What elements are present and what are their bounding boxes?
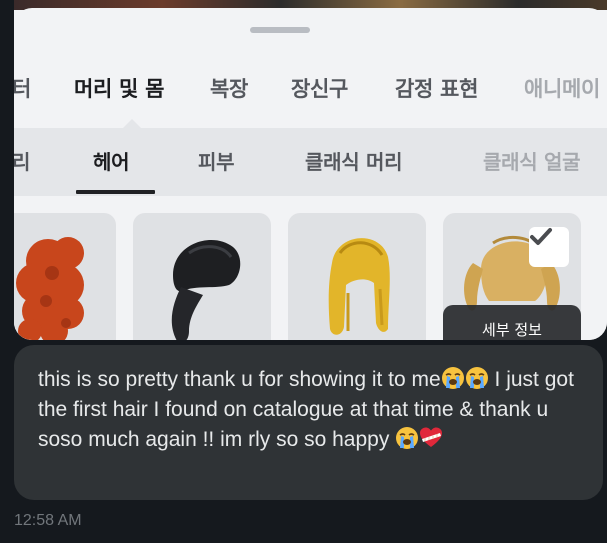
attached-screenshot[interactable]: 터 머리 및 몸 복장 장신구 감정 표현 애니메이 리 헤어 피부 클래식 머… <box>14 0 607 340</box>
tab-accessories[interactable]: 장신구 <box>291 73 348 103</box>
drag-handle[interactable] <box>250 27 310 33</box>
tab-classic-face[interactable]: 클래식 얼굴 <box>483 146 580 175</box>
item-tile-red-hair[interactable] <box>14 213 116 340</box>
tab-animations[interactable]: 애니메이 <box>524 73 600 103</box>
loudly-crying-face-icon <box>465 367 488 389</box>
tab-hair[interactable]: 헤어 <box>93 146 130 175</box>
loudly-crying-face-icon <box>441 367 464 389</box>
checkmark-icon <box>530 228 552 245</box>
tab-classic-head[interactable]: 클래식 머리 <box>305 146 402 175</box>
active-category-pointer <box>122 119 142 129</box>
red-hair-icon <box>16 237 84 340</box>
item-tile-blonde-hair[interactable]: 세부 정보 <box>443 213 581 340</box>
tab-clothing[interactable]: 복장 <box>210 73 248 103</box>
item-tile-black-hair[interactable] <box>133 213 271 340</box>
selected-checkmark[interactable] <box>529 227 569 267</box>
loudly-crying-face-icon <box>396 427 419 449</box>
tab-sub-partial[interactable]: 리 <box>14 146 30 175</box>
tab-category-partial[interactable]: 터 <box>14 73 31 103</box>
subcategory-tabs: 리 헤어 피부 클래식 머리 클래식 얼굴 <box>14 136 607 196</box>
message-bubble[interactable]: this is so pretty thank u for showing it… <box>14 345 603 500</box>
gold-hair-icon <box>328 238 390 335</box>
catalog-sheet: 터 머리 및 몸 복장 장신구 감정 표현 애니메이 리 헤어 피부 클래식 머… <box>14 8 607 340</box>
mending-heart-icon <box>420 427 443 447</box>
category-tabs: 터 머리 및 몸 복장 장신구 감정 표현 애니메이 <box>14 73 607 117</box>
message-text-part1: this is so pretty thank u for showing it… <box>38 368 441 391</box>
message-timestamp: 12:58 AM <box>14 512 82 529</box>
tab-emotes[interactable]: 감정 표현 <box>395 73 478 103</box>
item-grid: 세부 정보 <box>14 213 607 340</box>
black-hair-icon <box>171 239 241 340</box>
item-tile-gold-hair[interactable] <box>288 213 426 340</box>
tab-hair-and-body[interactable]: 머리 및 몸 <box>74 73 164 103</box>
message-text: this is so pretty thank u for showing it… <box>38 365 586 455</box>
active-tab-underline <box>76 190 155 194</box>
tab-skin[interactable]: 피부 <box>198 146 235 175</box>
details-button[interactable]: 세부 정보 <box>443 305 581 340</box>
